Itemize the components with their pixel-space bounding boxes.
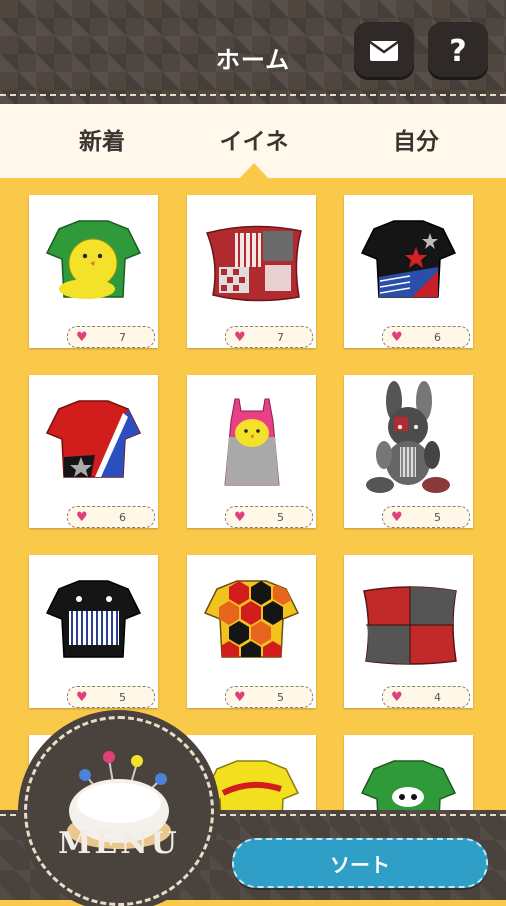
like-count: ♥ 5 [382, 506, 470, 528]
item-card[interactable]: ♥ 7 [187, 195, 316, 348]
tab-likes[interactable]: イイネ [170, 122, 338, 156]
like-count: ♥ 4 [382, 686, 470, 708]
like-count: ♥ 7 [67, 326, 155, 348]
help-button[interactable]: ? [428, 22, 488, 80]
menu-button[interactable] [24, 716, 214, 906]
like-count: ♥ 5 [225, 506, 313, 528]
like-count: ♥ 5 [67, 686, 155, 708]
star-tshirt-image [360, 220, 457, 298]
heart-icon: ♥ [391, 329, 403, 345]
heart-icon: ♥ [391, 509, 403, 525]
black-stripe-tshirt-image [45, 580, 142, 658]
patchwork-pillow-image [205, 225, 302, 302]
pincushion-icon [67, 751, 171, 849]
item-card[interactable]: ♥ 5 [29, 555, 158, 708]
red-blue-tshirt-image [45, 400, 142, 478]
item-card[interactable]: ♥ 6 [29, 375, 158, 528]
item-card[interactable]: ♥ 4 [344, 555, 473, 708]
heart-icon: ♥ [234, 329, 246, 345]
item-card[interactable]: ♥ 5 [187, 375, 316, 528]
like-count: ♥ 6 [382, 326, 470, 348]
active-tab-indicator [239, 163, 269, 179]
menu-label[interactable]: MENU [24, 826, 214, 861]
patchwork-rabbit-image [366, 381, 450, 493]
like-count: ♥ 5 [225, 686, 313, 708]
hexagon-tshirt-image [203, 580, 300, 658]
tab-new[interactable]: 新着 [18, 122, 186, 156]
item-card[interactable]: ♥ 7 [29, 195, 158, 348]
item-card[interactable]: ♥ 5 [187, 555, 316, 708]
heart-icon: ♥ [391, 689, 403, 705]
tab-mine[interactable]: 自分 [332, 122, 500, 156]
chick-tank-dress-image [224, 398, 280, 486]
mail-button[interactable] [354, 22, 414, 80]
item-card[interactable]: ♥ 5 [344, 375, 473, 528]
red-gray-pillow-image [363, 586, 457, 665]
item-card[interactable]: ♥ 6 [344, 195, 473, 348]
heart-icon: ♥ [76, 509, 88, 525]
mail-icon [369, 40, 399, 61]
yellow-chick-tshirt-image [45, 220, 142, 299]
heart-icon: ♥ [76, 689, 88, 705]
heart-icon: ♥ [234, 689, 246, 705]
heart-icon: ♥ [234, 509, 246, 525]
like-count: ♥ 7 [225, 326, 313, 348]
sort-button[interactable]: ソート [232, 838, 488, 888]
like-count: ♥ 6 [67, 506, 155, 528]
heart-icon: ♥ [76, 329, 88, 345]
